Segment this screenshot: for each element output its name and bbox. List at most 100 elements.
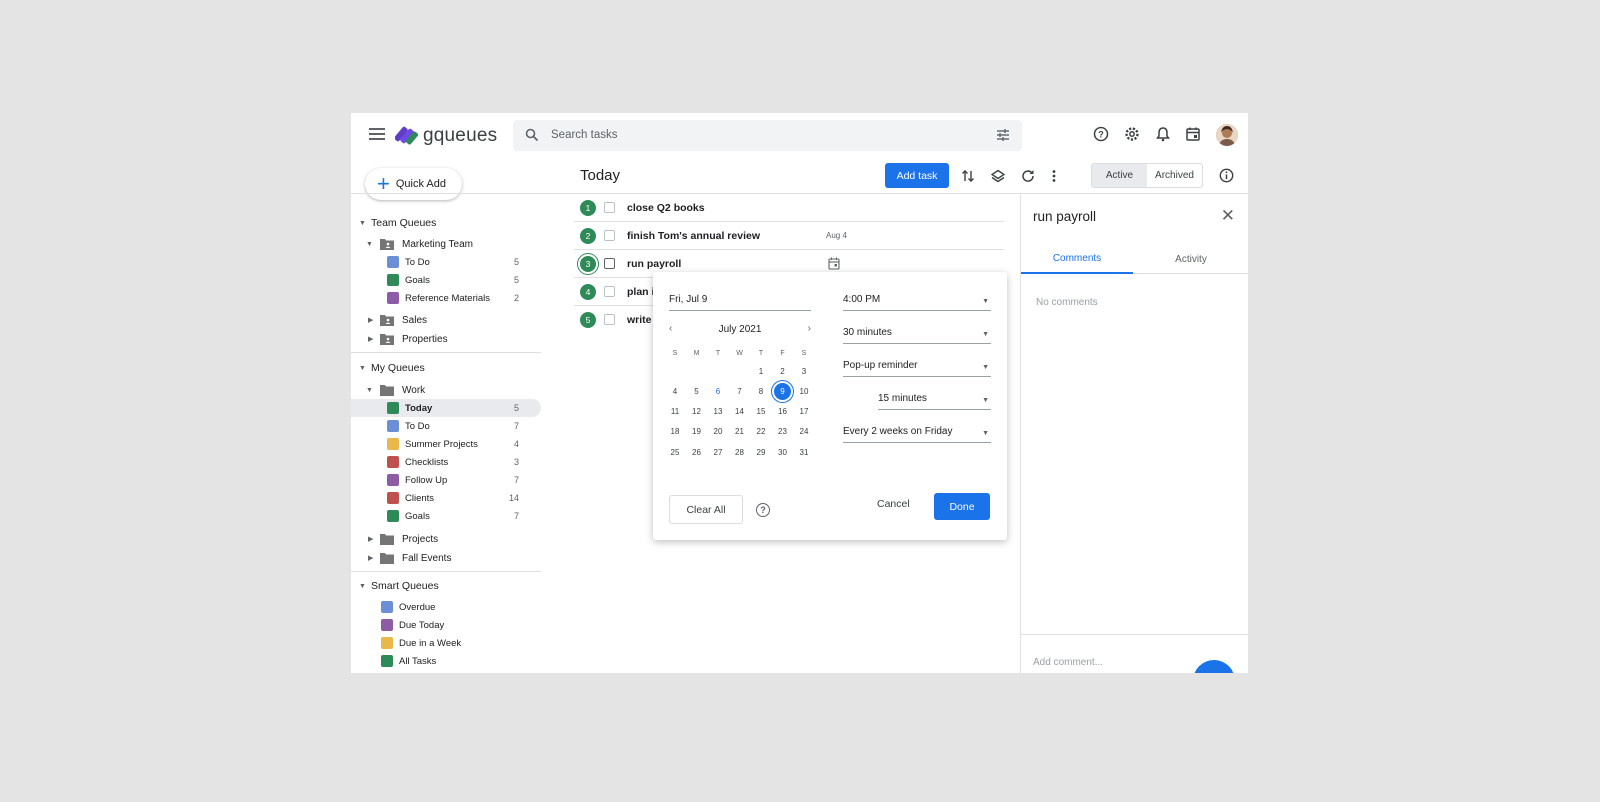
- calendar-day[interactable]: 8: [751, 382, 771, 400]
- calendar-day[interactable]: 19: [687, 423, 707, 441]
- section-team-queues[interactable]: ▼ Team Queues: [351, 214, 541, 232]
- more-vert-icon[interactable]: [1051, 169, 1057, 183]
- calendar-day[interactable]: 12: [687, 403, 707, 421]
- calendar-day[interactable]: 4: [665, 382, 685, 400]
- sidebar-group-fall-events[interactable]: ▶ Fall Events: [351, 549, 541, 567]
- settings-icon[interactable]: [1124, 126, 1140, 142]
- logo[interactable]: gqueues: [395, 123, 497, 149]
- caret-down-icon[interactable]: ▼: [359, 220, 366, 227]
- calendar-day[interactable]: 1: [751, 362, 771, 380]
- caret-down-icon[interactable]: ▼: [366, 241, 373, 248]
- sidebar-item-clients[interactable]: Clients 14: [351, 489, 541, 507]
- notifications-icon[interactable]: [1155, 126, 1171, 142]
- calendar-day[interactable]: 10: [794, 382, 814, 400]
- calendar-day[interactable]: 26: [687, 443, 707, 461]
- sidebar-item-follow-up[interactable]: Follow Up 7: [351, 471, 541, 489]
- sidebar-item-today[interactable]: Today 5: [351, 399, 541, 417]
- calendar-icon[interactable]: [1185, 126, 1201, 142]
- caret-down-icon[interactable]: ▼: [359, 583, 366, 590]
- task-checkbox[interactable]: [604, 258, 615, 269]
- calendar-day[interactable]: 31: [794, 443, 814, 461]
- calendar-day[interactable]: 13: [708, 403, 728, 421]
- task-row[interactable]: 2 finish Tom's annual review Aug 4: [574, 222, 1004, 250]
- search-options-icon[interactable]: [996, 128, 1010, 142]
- sidebar-item-goals[interactable]: Goals 7: [351, 507, 541, 525]
- calendar-day[interactable]: 30: [773, 443, 793, 461]
- calendar-day-selected[interactable]: 9: [774, 382, 791, 400]
- sidebar-group-projects[interactable]: ▶ Projects: [351, 530, 541, 548]
- sidebar-item-todo[interactable]: To Do 7: [351, 417, 541, 435]
- calendar-day[interactable]: 3: [794, 362, 814, 380]
- calendar-day[interactable]: 6: [708, 382, 728, 400]
- sidebar-group-sales[interactable]: ▶ Sales: [351, 311, 541, 329]
- calendar-day[interactable]: 29: [751, 443, 771, 461]
- task-checkbox[interactable]: [604, 230, 615, 241]
- calendar-day[interactable]: 24: [794, 423, 814, 441]
- caret-right-icon[interactable]: ▶: [368, 535, 373, 543]
- sidebar-item-all-tasks[interactable]: All Tasks: [351, 652, 541, 670]
- sidebar-item-checklists[interactable]: Checklists 3: [351, 453, 541, 471]
- task-row[interactable]: 1 close Q2 books: [574, 194, 1004, 222]
- calendar-day[interactable]: 25: [665, 443, 685, 461]
- calendar-icon[interactable]: [828, 257, 840, 270]
- avatar[interactable]: [1216, 124, 1238, 146]
- reminder-offset-select[interactable]: 15 minutes ▼: [878, 393, 991, 410]
- quick-add-button[interactable]: + Quick Add: [365, 168, 462, 200]
- sort-icon[interactable]: [961, 169, 975, 183]
- time-select[interactable]: 4:00 PM ▼: [843, 294, 991, 311]
- calendar-day[interactable]: 16: [773, 403, 793, 421]
- task-checkbox[interactable]: [604, 286, 615, 297]
- sidebar-item-reference-materials[interactable]: Reference Materials 2: [351, 289, 541, 307]
- calendar-day[interactable]: 11: [665, 403, 685, 421]
- task-title[interactable]: close Q2 books: [627, 202, 705, 214]
- caret-down-icon[interactable]: ▼: [366, 387, 373, 394]
- sidebar-item-todo[interactable]: To Do 5: [351, 253, 541, 271]
- task-title[interactable]: write: [627, 314, 652, 326]
- refresh-icon[interactable]: [1021, 169, 1035, 183]
- calendar-day[interactable]: 23: [773, 423, 793, 441]
- help-icon[interactable]: ?: [1093, 126, 1109, 142]
- calendar-day[interactable]: 22: [751, 423, 771, 441]
- calendar-day[interactable]: 14: [730, 403, 750, 421]
- menu-icon[interactable]: [369, 128, 385, 142]
- close-icon[interactable]: ✕: [1221, 207, 1235, 224]
- task-title[interactable]: run payroll: [627, 258, 681, 270]
- repeat-select[interactable]: Every 2 weeks on Friday ▼: [843, 426, 991, 443]
- reminder-type-select[interactable]: Pop-up reminder ▼: [843, 360, 991, 377]
- calendar-day[interactable]: 17: [794, 403, 814, 421]
- chevron-right-icon[interactable]: ›: [808, 323, 811, 334]
- sidebar-group-work[interactable]: ▼ Work: [351, 381, 541, 399]
- calendar-day[interactable]: 15: [751, 403, 771, 421]
- caret-right-icon[interactable]: ▶: [368, 316, 373, 324]
- section-my-queues[interactable]: ▼ My Queues: [351, 359, 541, 377]
- calendar-day[interactable]: 18: [665, 423, 685, 441]
- layers-icon[interactable]: [991, 169, 1005, 183]
- calendar-day[interactable]: 20: [708, 423, 728, 441]
- task-title[interactable]: plan i: [627, 286, 654, 298]
- help-icon[interactable]: ?: [756, 503, 770, 517]
- tab-comments[interactable]: Comments: [1021, 244, 1133, 274]
- tab-active[interactable]: Active: [1092, 164, 1147, 187]
- search-input[interactable]: Search tasks: [551, 129, 617, 141]
- sidebar-group-marketing-team[interactable]: ▼ Marketing Team: [351, 235, 541, 253]
- calendar-day[interactable]: 5: [687, 382, 707, 400]
- sidebar-item-due-in-a-week[interactable]: Due in a Week: [351, 634, 541, 652]
- calendar-day[interactable]: 27: [708, 443, 728, 461]
- duration-select[interactable]: 30 minutes ▼: [843, 327, 991, 344]
- calendar-day[interactable]: 7: [730, 382, 750, 400]
- tab-activity[interactable]: Activity: [1135, 244, 1247, 274]
- cancel-button[interactable]: Cancel: [877, 498, 910, 510]
- calendar-day[interactable]: 21: [730, 423, 750, 441]
- calendar-day[interactable]: 28: [730, 443, 750, 461]
- task-checkbox[interactable]: [604, 314, 615, 325]
- date-field[interactable]: Fri, Jul 9: [669, 294, 811, 311]
- info-icon[interactable]: [1219, 168, 1234, 183]
- sidebar-item-summer-projects[interactable]: Summer Projects 4: [351, 435, 541, 453]
- comment-input[interactable]: Add comment...: [1033, 657, 1103, 668]
- sidebar-item-goals[interactable]: Goals 5: [351, 271, 541, 289]
- send-comment-button[interactable]: [1193, 660, 1235, 673]
- task-checkbox[interactable]: [604, 202, 615, 213]
- caret-right-icon[interactable]: ▶: [368, 554, 373, 562]
- caret-right-icon[interactable]: ▶: [368, 335, 373, 343]
- done-button[interactable]: Done: [934, 493, 990, 520]
